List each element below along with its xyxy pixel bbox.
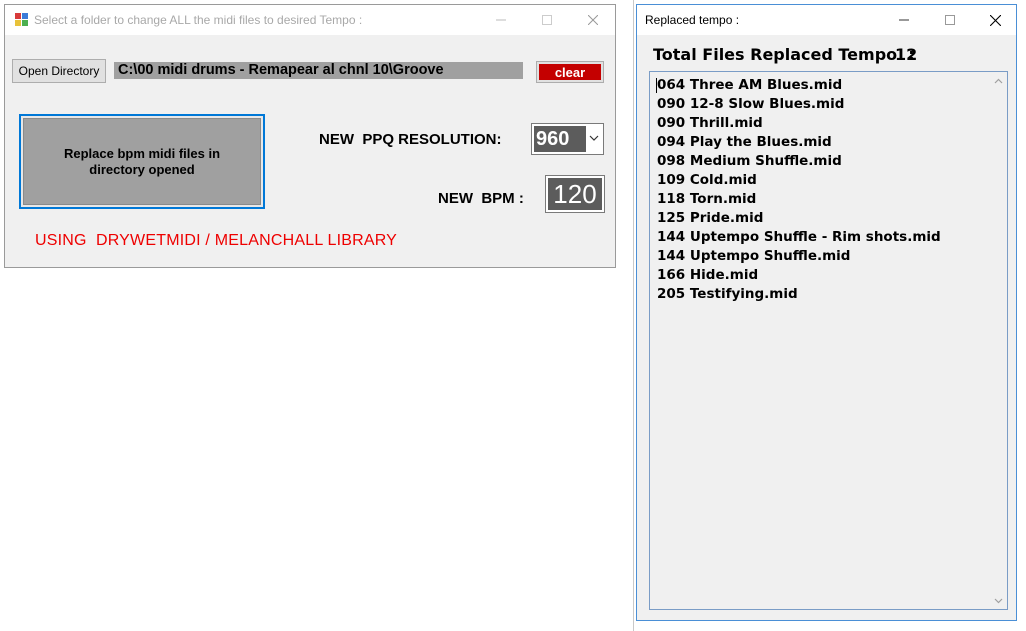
bpm-value: 120 [548, 178, 602, 210]
replace-bpm-button-label: Replace bpm midi files in directory open… [23, 118, 261, 205]
list-item[interactable]: 098 Medium Shuffle.mid [657, 152, 941, 171]
library-label: USING DRYWETMIDI / MELANCHALL LIBRARY [35, 232, 398, 249]
list-item[interactable]: 090 12-8 Slow Blues.mid [657, 95, 941, 114]
total-files-label: Total Files Replaced Tempo : [653, 45, 915, 64]
file-list: 064 Three AM Blues.mid 090 12-8 Slow Blu… [657, 76, 941, 304]
ppq-resolution-value: 960 [534, 126, 586, 152]
scroll-down-icon [994, 598, 1003, 603]
list-item[interactable]: 094 Play the Blues.mid [657, 133, 941, 152]
replaced-files-list[interactable]: 064 Three AM Blues.mid 090 12-8 Slow Blu… [649, 71, 1008, 610]
title-bar[interactable]: Select a folder to change ALL the midi f… [5, 5, 615, 35]
minimize-button[interactable] [881, 5, 927, 35]
minimize-icon [496, 19, 506, 21]
clear-button-label: clear [539, 64, 601, 80]
list-item[interactable]: 090 Thrill.mid [657, 114, 941, 133]
bpm-label: NEW BPM : [438, 190, 524, 207]
directory-path-display: C:\00 midi drums - Remapear al chnl 10\G… [114, 62, 523, 79]
close-icon [588, 15, 598, 25]
list-item[interactable]: 064 Three AM Blues.mid [657, 76, 941, 95]
list-item[interactable]: 125 Pride.mid [657, 209, 941, 228]
minimize-button[interactable] [478, 5, 524, 35]
ppq-resolution-select[interactable]: 960 [531, 123, 604, 155]
window-title: Replaced tempo : [645, 13, 740, 27]
ppq-resolution-label: NEW PPQ RESOLUTION: [319, 131, 502, 148]
window-title: Select a folder to change ALL the midi f… [34, 13, 363, 27]
scroll-up-icon [994, 78, 1003, 83]
close-icon [989, 14, 1001, 26]
close-button[interactable] [972, 5, 1018, 35]
dropdown-arrow-icon[interactable] [589, 133, 599, 143]
replace-bpm-button[interactable]: Replace bpm midi files in directory open… [19, 114, 265, 209]
replaced-tempo-window: Replaced tempo : Total Files Replaced Te… [636, 4, 1017, 621]
scroll-up-button[interactable] [990, 72, 1007, 89]
maximize-button[interactable] [524, 5, 570, 35]
list-item[interactable]: 166 Hide.mid [657, 266, 941, 285]
title-bar[interactable]: Replaced tempo : [637, 5, 1016, 35]
open-directory-button[interactable]: Open Directory [12, 59, 106, 83]
tempo-window: Select a folder to change ALL the midi f… [4, 4, 616, 268]
close-button[interactable] [570, 5, 616, 35]
list-item[interactable]: 144 Uptempo Shuffle.mid [657, 247, 941, 266]
vertical-scrollbar[interactable] [990, 72, 1007, 609]
bpm-input[interactable]: 120 [545, 175, 605, 213]
maximize-button[interactable] [927, 5, 973, 35]
list-item[interactable]: 118 Torn.mid [657, 190, 941, 209]
maximize-icon [542, 15, 552, 25]
minimize-icon [899, 19, 909, 21]
maximize-icon [945, 15, 955, 25]
total-files-count: 12 [895, 45, 918, 64]
list-item[interactable]: 205 Testifying.mid [657, 285, 941, 304]
clear-button[interactable]: clear [536, 61, 604, 83]
list-item[interactable]: 144 Uptempo Shuffle - Rim shots.mid [657, 228, 941, 247]
scroll-down-button[interactable] [990, 592, 1007, 609]
background-window-edge [633, 0, 634, 631]
app-icon [15, 13, 28, 26]
list-item[interactable]: 109 Cold.mid [657, 171, 941, 190]
